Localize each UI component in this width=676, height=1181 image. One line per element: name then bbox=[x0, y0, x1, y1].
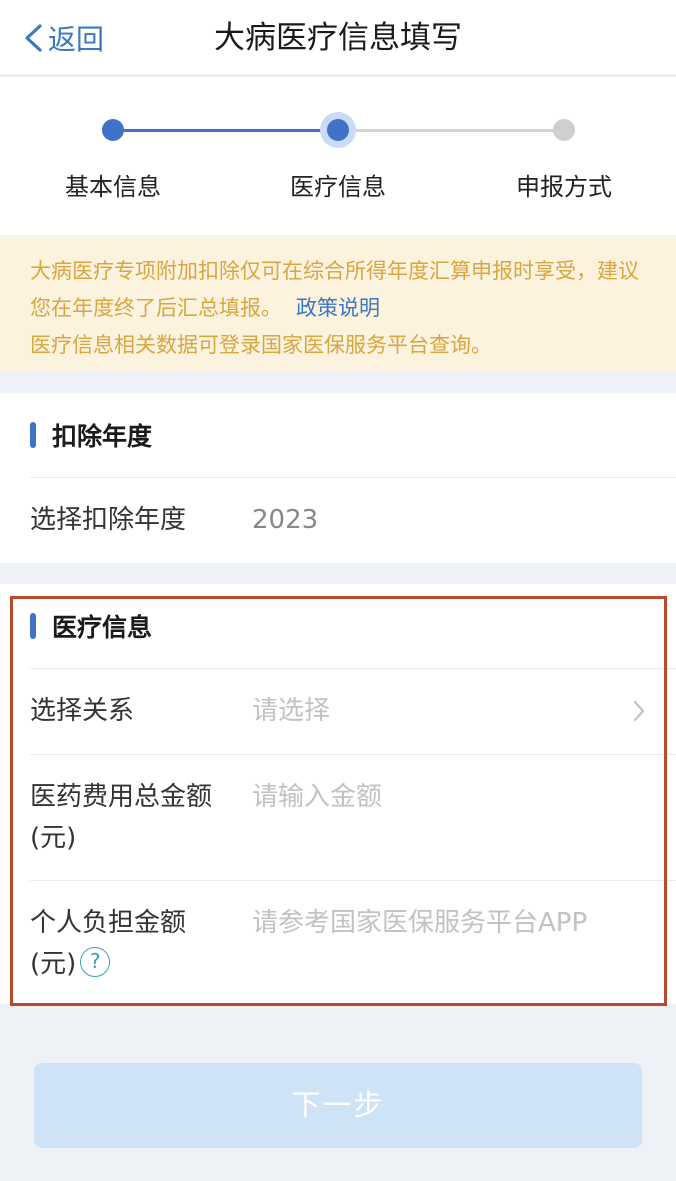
relation-select[interactable]: 请选择 bbox=[252, 691, 330, 732]
step-dot-basic bbox=[102, 119, 124, 141]
step-label-basic: 基本信息 bbox=[65, 173, 161, 201]
notice-banner: 大病医疗专项附加扣除仅可在综合所得年度汇算申报时享受，建议您在年度终了后汇总填报… bbox=[0, 237, 676, 372]
step-label-declare: 申报方式 bbox=[516, 173, 612, 201]
chevron-right-icon bbox=[633, 700, 645, 722]
nav-bar: 返回 大病医疗信息填写 bbox=[0, 0, 676, 76]
relation-label: 选择关系 bbox=[30, 696, 135, 726]
total-amount-input[interactable]: 请输入金额 bbox=[252, 777, 382, 818]
year-value[interactable]: 2023 bbox=[252, 500, 318, 541]
policy-link[interactable]: 政策说明 bbox=[296, 296, 380, 320]
personal-amount-row[interactable]: 个人负担金额(元)? 请参考国家医保服务平台APP bbox=[30, 880, 676, 1004]
year-row[interactable]: 选择扣除年度 2023 bbox=[30, 477, 676, 563]
total-amount-label: 医药费用总金额(元) bbox=[30, 782, 213, 853]
personal-amount-label: 个人负担金额(元)? bbox=[30, 903, 230, 985]
section-bar bbox=[30, 613, 36, 639]
total-amount-row[interactable]: 医药费用总金额(元) 请输入金额 bbox=[30, 754, 676, 880]
step-line-done bbox=[113, 129, 338, 132]
page-title: 大病医疗信息填写 bbox=[214, 20, 462, 56]
step-dot-medical bbox=[320, 112, 356, 148]
year-section-header: 扣除年度 bbox=[0, 393, 676, 477]
next-button[interactable]: 下一步 bbox=[34, 1063, 642, 1148]
step-dot-declare bbox=[553, 119, 575, 141]
medical-section-header: 医疗信息 bbox=[0, 584, 676, 668]
year-label: 选择扣除年度 bbox=[30, 505, 187, 535]
medical-section: 医疗信息 选择关系 请选择 医药费用总金额(元) 请输入金额 个人负担金额(元)… bbox=[0, 584, 676, 1004]
help-icon[interactable]: ? bbox=[80, 946, 111, 977]
medical-section-title: 医疗信息 bbox=[52, 613, 153, 642]
notice-line2: 医疗信息相关数据可登录国家医保服务平台查询。 bbox=[30, 333, 492, 357]
personal-amount-input[interactable]: 请参考国家医保服务平台APP bbox=[252, 903, 632, 944]
step-label-medical: 医疗信息 bbox=[290, 173, 386, 201]
step-line-pending bbox=[338, 129, 564, 132]
progress-steps: 基本信息 医疗信息 申报方式 bbox=[0, 77, 676, 235]
relation-row[interactable]: 选择关系 请选择 bbox=[30, 668, 676, 754]
section-bar bbox=[30, 422, 36, 448]
year-section-title: 扣除年度 bbox=[52, 422, 153, 451]
year-section: 扣除年度 选择扣除年度 2023 bbox=[0, 393, 676, 563]
